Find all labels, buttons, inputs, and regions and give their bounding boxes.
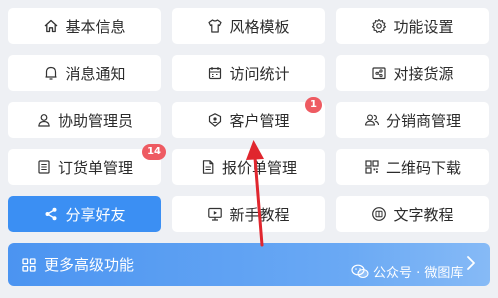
- tile-label: 消息通知: [65, 64, 126, 83]
- tile-label: 功能设置: [393, 17, 454, 36]
- tile-label: 客户管理: [229, 111, 290, 130]
- chevron-right-icon: [466, 255, 476, 275]
- list-icon: [36, 159, 52, 175]
- wechat-icon: [351, 264, 369, 279]
- tile-label: 访问统计: [229, 64, 290, 83]
- feature-grid: 基本信息 风格模板 功能设置 消息通知 访问统计 对接货源 协助管理员 客户管理…: [8, 8, 489, 232]
- user-icon: [36, 112, 52, 128]
- tile-label: 文字教程: [393, 205, 454, 224]
- tile-basic-info[interactable]: 基本信息: [8, 8, 161, 44]
- grid-icon: [22, 257, 36, 272]
- share-box-icon: [371, 65, 387, 81]
- notification-badge: 1: [305, 97, 322, 113]
- tile-customer-management[interactable]: 客户管理 1: [172, 97, 325, 138]
- tile-assistant-admin[interactable]: 协助管理员: [8, 102, 161, 138]
- gear-icon: [371, 18, 387, 34]
- more-features-label: 更多高级功能: [44, 256, 135, 274]
- tile-label: 对接货源: [393, 64, 454, 83]
- document-icon: [200, 159, 216, 175]
- watermark-text: 公众号 · 微图库: [373, 266, 464, 281]
- qrcode-icon: [364, 159, 380, 175]
- monitor-icon: [207, 206, 223, 222]
- tile-distributor-management[interactable]: 分销商管理: [336, 102, 489, 138]
- tile-label: 分销商管理: [385, 111, 461, 130]
- users-icon: [364, 112, 380, 128]
- bell-icon: [43, 65, 59, 81]
- tile-label: 二维码下载: [385, 158, 461, 177]
- tile-label: 报价单管理: [221, 158, 297, 177]
- tile-qrcode-download[interactable]: 二维码下载: [336, 149, 489, 185]
- tile-supply-source[interactable]: 对接货源: [336, 55, 489, 91]
- tile-style-template[interactable]: 风格模板: [172, 8, 325, 44]
- tile-label: 协助管理员: [57, 111, 133, 130]
- tile-message-notify[interactable]: 消息通知: [8, 55, 161, 91]
- watermark: 公众号 · 微图库: [351, 262, 463, 281]
- tile-text-tutorial[interactable]: 文字教程: [336, 196, 489, 232]
- tile-order-management[interactable]: 订货单管理 14: [8, 144, 166, 185]
- notification-badge: 14: [142, 144, 166, 160]
- tile-quote-management[interactable]: 报价单管理: [172, 149, 325, 185]
- tile-label: 基本信息: [65, 17, 126, 36]
- share-icon: [43, 206, 59, 222]
- tile-function-settings[interactable]: 功能设置: [336, 8, 489, 44]
- shirt-icon: [207, 18, 223, 34]
- text-tutorial-icon: [371, 206, 387, 222]
- share-friends-button[interactable]: 分享好友: [8, 196, 161, 232]
- home-icon: [43, 18, 59, 34]
- tile-label: 新手教程: [229, 205, 290, 224]
- tile-label: 风格模板: [229, 17, 290, 36]
- tile-beginner-tutorial[interactable]: 新手教程: [172, 196, 325, 232]
- tile-visit-stats[interactable]: 访问统计: [172, 55, 325, 91]
- customer-shield-icon: [207, 112, 223, 128]
- tile-label: 订货单管理: [57, 158, 133, 177]
- calendar-icon: [207, 65, 223, 81]
- tile-label: 分享好友: [65, 205, 126, 224]
